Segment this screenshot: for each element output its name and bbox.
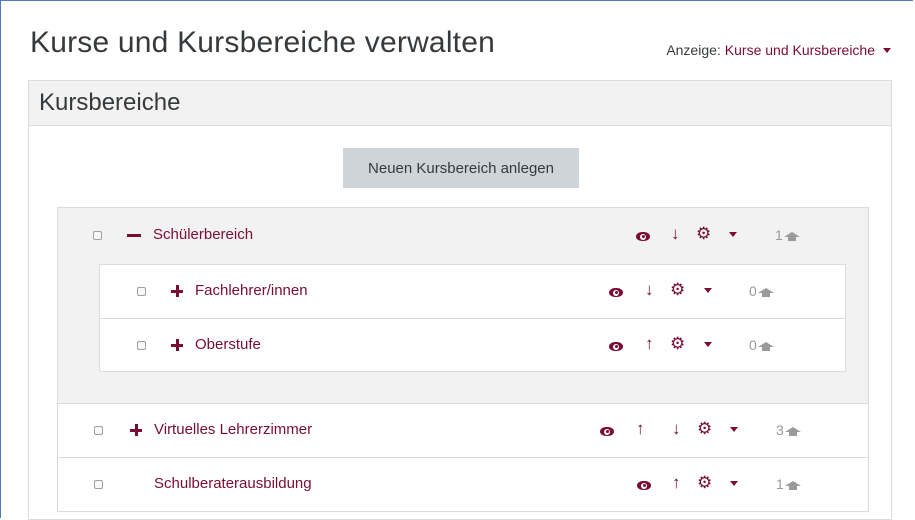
eye-icon[interactable] <box>637 481 651 490</box>
category-row: Fachlehrer/innen ↓ ⚙ 0 <box>99 264 846 318</box>
category-name[interactable]: Schulberaterausbildung <box>154 475 312 492</box>
select-checkbox[interactable] <box>137 287 146 296</box>
view-select[interactable]: Anzeige: Kurse und Kursbereiche <box>666 42 891 58</box>
eye-icon[interactable] <box>609 288 623 297</box>
view-label: Anzeige: <box>666 42 721 58</box>
select-checkbox[interactable] <box>93 231 102 240</box>
course-count-value: 1 <box>776 476 784 492</box>
panel-title: Kursbereiche <box>29 81 891 126</box>
course-count-value: 1 <box>775 227 783 243</box>
page-title: Kurse und Kursbereiche verwalten <box>30 26 495 59</box>
eye-icon[interactable] <box>636 232 650 241</box>
course-count: 1 <box>775 227 800 243</box>
category-name[interactable]: Virtuelles Lehrerzimmer <box>154 421 312 438</box>
course-count-value: 0 <box>749 337 757 353</box>
arrow-up-icon[interactable]: ↑ <box>645 335 654 352</box>
collapse-icon[interactable] <box>127 234 141 237</box>
select-checkbox[interactable] <box>137 341 146 350</box>
gear-icon[interactable]: ⚙ <box>697 420 712 437</box>
course-count: 3 <box>776 422 801 438</box>
gear-icon[interactable]: ⚙ <box>670 281 685 298</box>
graduation-cap-icon <box>784 427 801 436</box>
arrow-up-icon[interactable]: ↑ <box>672 474 681 491</box>
category-name[interactable]: Schülerbereich <box>153 226 253 243</box>
category-name[interactable]: Oberstufe <box>195 336 261 353</box>
arrow-up-icon[interactable]: ↑ <box>636 420 645 437</box>
category-row: Schülerbereich ↓ ⚙ 1 <box>57 207 869 263</box>
gear-icon[interactable]: ⚙ <box>670 335 685 352</box>
new-category-button[interactable]: Neuen Kursbereich anlegen <box>343 148 579 188</box>
category-row: Schulberaterausbildung ↑ ⚙ 1 <box>57 458 869 512</box>
graduation-cap-icon <box>757 342 774 351</box>
categories-panel: Kursbereiche Neuen Kursbereich anlegen S… <box>28 80 892 520</box>
graduation-cap-icon <box>783 232 800 241</box>
arrow-down-icon[interactable]: ↓ <box>645 281 654 298</box>
course-count: 0 <box>749 283 774 299</box>
gear-icon[interactable]: ⚙ <box>696 225 711 242</box>
category-row: Virtuelles Lehrerzimmer ↑ ↓ ⚙ 3 <box>57 404 869 458</box>
course-count-value: 3 <box>776 422 784 438</box>
graduation-cap-icon <box>784 481 801 490</box>
arrow-down-icon[interactable]: ↓ <box>672 420 681 437</box>
chevron-down-icon[interactable] <box>730 481 738 486</box>
course-count: 0 <box>749 337 774 353</box>
expand-icon[interactable] <box>171 285 183 297</box>
select-checkbox[interactable] <box>94 480 103 489</box>
eye-icon[interactable] <box>609 342 623 351</box>
chevron-down-icon[interactable] <box>704 342 712 347</box>
gear-icon[interactable]: ⚙ <box>697 474 712 491</box>
view-value[interactable]: Kurse und Kursbereiche <box>725 42 875 58</box>
course-count: 1 <box>776 476 801 492</box>
chevron-down-icon[interactable] <box>704 288 712 293</box>
category-row: Oberstufe ↑ ⚙ 0 <box>99 318 846 372</box>
expand-icon[interactable] <box>130 424 142 436</box>
category-name[interactable]: Fachlehrer/innen <box>195 282 308 299</box>
graduation-cap-icon <box>757 288 774 297</box>
course-count-value: 0 <box>749 283 757 299</box>
chevron-down-icon[interactable] <box>729 232 737 237</box>
arrow-down-icon[interactable]: ↓ <box>671 225 680 242</box>
chevron-down-icon[interactable] <box>883 47 891 53</box>
eye-icon[interactable] <box>600 427 614 436</box>
expand-icon[interactable] <box>171 339 183 351</box>
chevron-down-icon[interactable] <box>730 427 738 432</box>
select-checkbox[interactable] <box>94 426 103 435</box>
